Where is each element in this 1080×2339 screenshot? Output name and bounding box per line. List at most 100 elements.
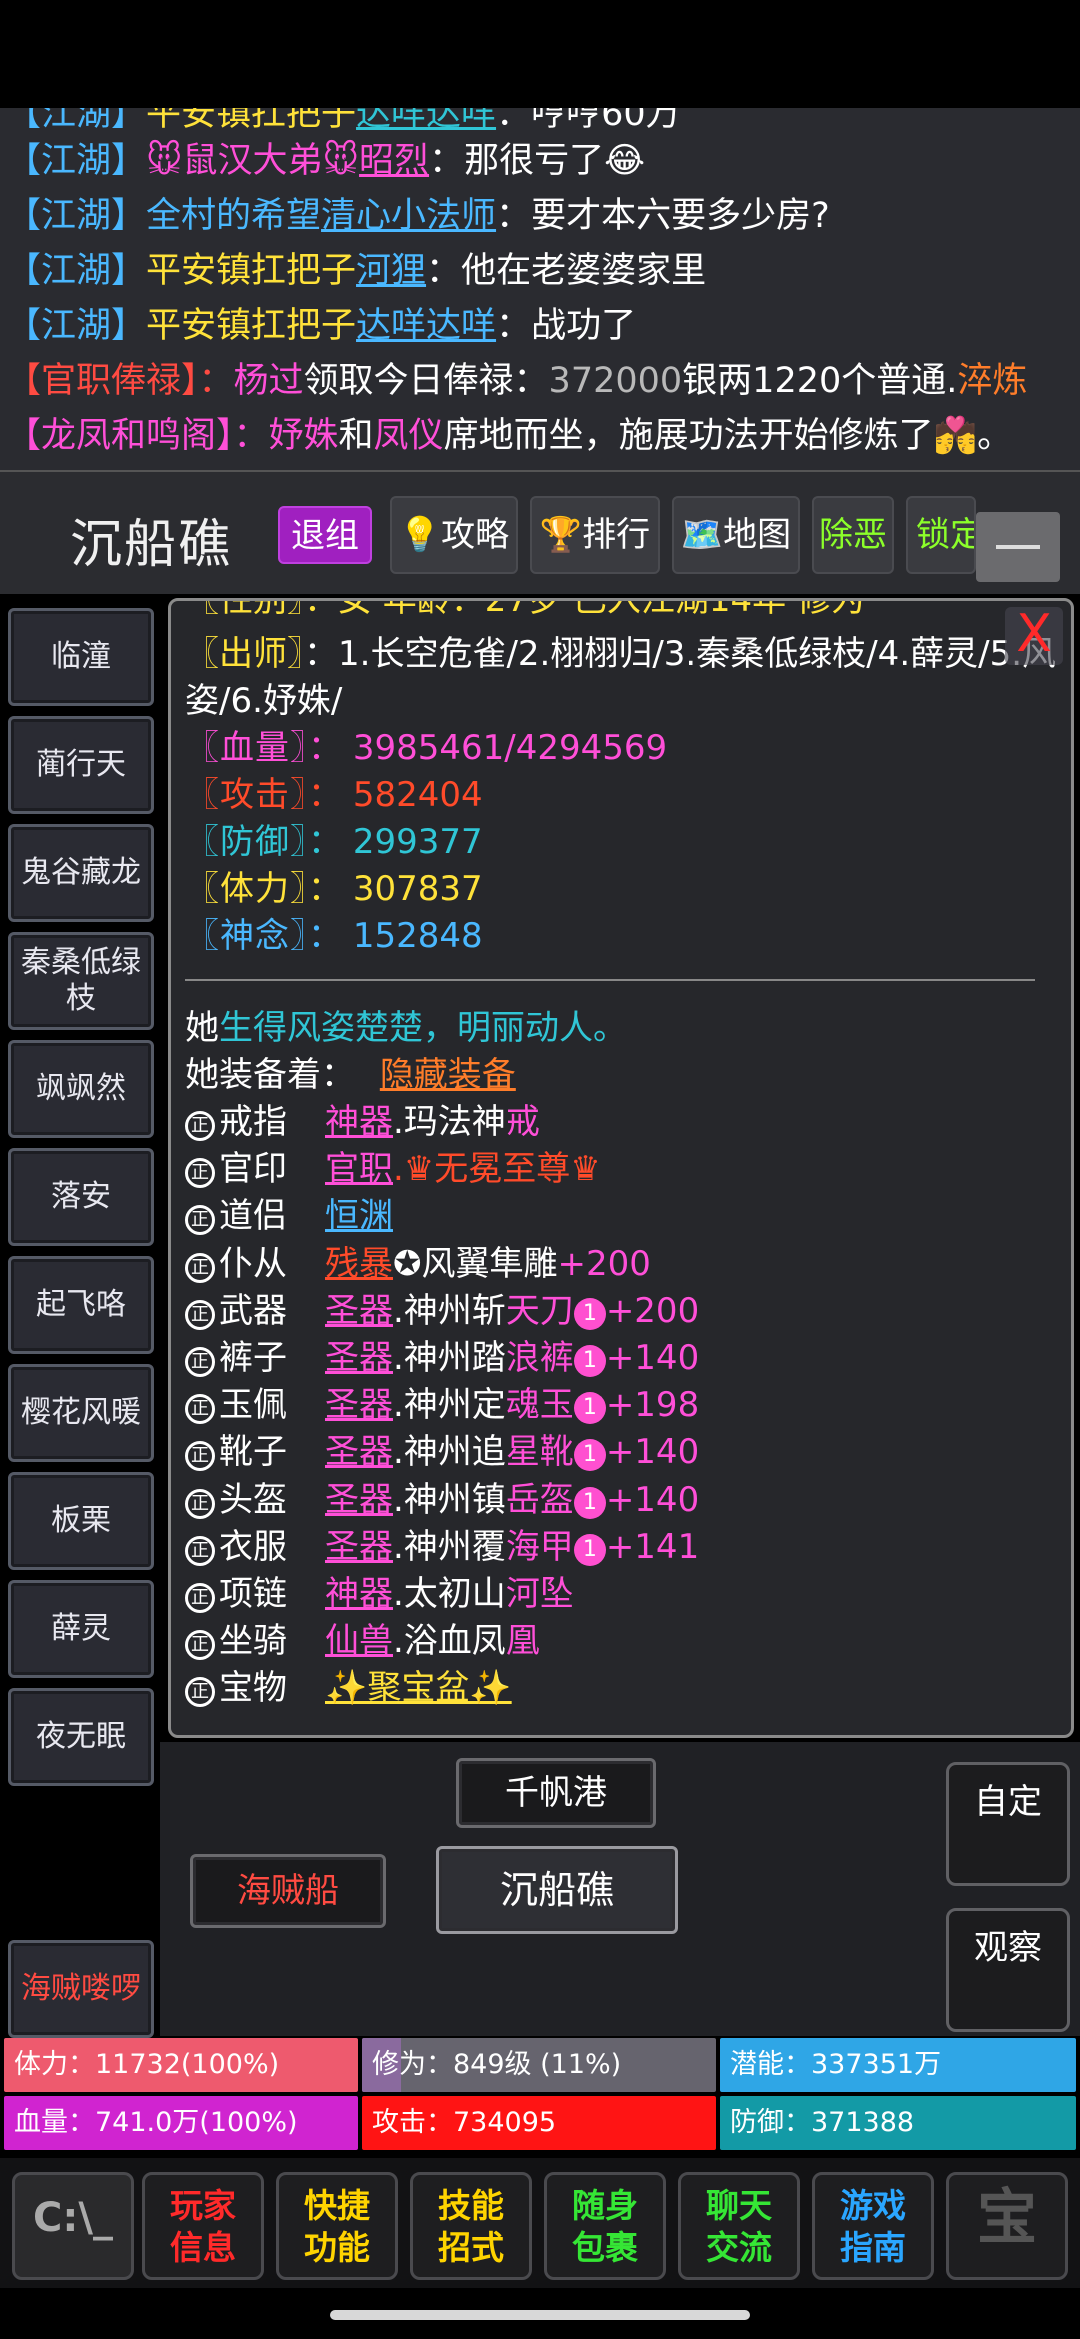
equipment-row: 正宝物 ✨聚宝盆✨ [185, 1665, 512, 1712]
equipment-item-suffix: 海甲 [505, 1527, 574, 1567]
npc-sidebar: 临潼 蔺行天 鬼谷藏龙 秦桑低绿枝 飒飒然 落安 起飞咯 樱花风暖 板栗 薛灵 … [0, 596, 160, 2038]
equipment-item-link[interactable]: 圣器 [325, 1338, 393, 1378]
chat-message: 战功了 [531, 306, 637, 346]
divider [185, 979, 1035, 981]
quick-functions-button[interactable]: 快捷功能 [276, 2172, 398, 2280]
equipment-item-link[interactable]: ✨聚宝盆✨ [325, 1668, 512, 1708]
npc-button[interactable]: 板栗 [8, 1472, 154, 1570]
equipped-icon: 正 [185, 1347, 215, 1377]
equipment-enhance: +141 [605, 1527, 700, 1567]
chat-sender[interactable]: 达咩达咩 [356, 108, 496, 134]
custom-button[interactable]: 自定 [946, 1762, 1070, 1886]
chat-line: 【江湖】平安镇扛把子河狸：他在老婆婆家里 [6, 251, 707, 291]
stat-attack: 〖攻击〗： 582404 [185, 775, 483, 815]
equipped-icon: 正 [185, 1536, 215, 1566]
equipment-item-suffix: 岳盔 [505, 1480, 574, 1520]
equipment-item-suffix: 魂玉 [505, 1385, 574, 1425]
stat-spirit: 〖神念〗： 152848 [185, 916, 483, 956]
equipment-item-suffix: 凰 [505, 1621, 540, 1661]
apprentice-line-2: 姿/6.妤姝/ [185, 681, 343, 721]
map-exit-west[interactable]: 海贼船 [190, 1854, 386, 1928]
npc-button[interactable]: 樱花风暖 [8, 1364, 154, 1462]
guide-button[interactable]: 💡攻略 [390, 496, 518, 574]
equipped-icon: 正 [185, 1394, 215, 1424]
equipment-item-link[interactable]: 神器 [325, 1574, 393, 1614]
leave-team-button[interactable]: 退组 [278, 506, 372, 564]
equipment-row: 正玉佩 圣器.神州定魂玉 1 +198 [185, 1382, 699, 1429]
equipment-item-link[interactable]: 圣器 [325, 1527, 393, 1567]
equipment-item-link[interactable]: 残暴 [325, 1244, 393, 1284]
console-button[interactable]: C:\_ [12, 2172, 134, 2280]
equipment-item-link[interactable]: 圣器 [325, 1432, 393, 1472]
observe-button[interactable]: 观察 [946, 1908, 1070, 2032]
equipment-slot: 官印 [219, 1149, 287, 1189]
close-icon[interactable]: X [1005, 607, 1063, 665]
equipment-item-link[interactable]: 官职 [325, 1149, 393, 1189]
npc-button[interactable]: 飒飒然 [8, 1040, 154, 1138]
npc-button[interactable]: 起飞咯 [8, 1256, 154, 1354]
cultivation-bar: 修为：849级 (11%) [362, 2038, 716, 2092]
map-exit-north[interactable]: 千帆港 [456, 1758, 656, 1828]
home-indicator[interactable] [330, 2310, 750, 2320]
info-partial-line: 〖性别〗：女 年龄：27岁 已入江湖14年 修为 [185, 598, 865, 620]
treasure-button[interactable]: 宝 [946, 2172, 1068, 2280]
equipment-item-suffix: 天刀 [505, 1291, 574, 1331]
player-info-button[interactable]: 玩家信息 [142, 2172, 264, 2280]
eliminate-evil-button[interactable]: 除恶 [812, 496, 894, 574]
npc-button[interactable]: 鬼谷藏龙 [8, 824, 154, 922]
equipment-item-link[interactable]: 圣器 [325, 1385, 393, 1425]
lock-button[interactable]: 锁定 [906, 496, 976, 574]
stat-stamina: 〖体力〗： 307837 [185, 869, 483, 909]
chat-line: 【江湖】平安镇扛把子达咩达咩：战功了 [6, 306, 637, 346]
chat-channel: 【龙凤和鸣阁】： [6, 416, 269, 456]
inventory-button[interactable]: 随身包裹 [544, 2172, 666, 2280]
npc-button[interactable]: 落安 [8, 1148, 154, 1246]
equipment-item-name: .神州斩 [393, 1291, 506, 1331]
npc-button[interactable]: 薛灵 [8, 1580, 154, 1678]
npc-button[interactable]: 秦桑低绿枝 [8, 932, 154, 1030]
chat-sender[interactable]: 清心小法师 [321, 196, 496, 236]
equipment-enhance: +140 [605, 1480, 700, 1520]
menu-collapse-button[interactable] [976, 512, 1060, 582]
chat-channel: 【江湖】 [6, 108, 147, 134]
chat-channel: 【江湖】 [6, 251, 147, 291]
equipped-icon: 正 [185, 1300, 215, 1330]
chat-button[interactable]: 聊天交流 [678, 2172, 800, 2280]
game-guide-button[interactable]: 游戏指南 [812, 2172, 934, 2280]
chat-sender[interactable]: 昭烈 [359, 141, 429, 181]
equipped-icon: 正 [185, 1205, 215, 1235]
equipment-enhance: +140 [605, 1432, 700, 1472]
equipment-item-name: .玛法神 [393, 1102, 506, 1142]
npc-button-pirate[interactable]: 海贼喽啰 [8, 1940, 154, 2038]
equipment-item-link[interactable]: 仙兽 [325, 1621, 393, 1661]
chat-sender[interactable]: 河狸 [356, 251, 426, 291]
refine-level-icon: 1 [573, 1345, 606, 1377]
equipment-slot: 衣服 [219, 1527, 287, 1567]
chat-sender[interactable]: 妤姝 [269, 416, 339, 456]
equipment-item-name: .神州定 [393, 1385, 506, 1425]
npc-button[interactable]: 临潼 [8, 608, 154, 706]
equipment-item-name: ✪风翼隼雕 [393, 1244, 558, 1284]
equipment-enhance: +140 [605, 1338, 700, 1378]
chat-sender[interactable]: 达咩达咩 [356, 306, 496, 346]
ranking-button[interactable]: 🏆排行 [530, 496, 660, 574]
npc-button[interactable]: 夜无眠 [8, 1688, 154, 1786]
bottom-navigation: C:\_ 玩家信息 快捷功能 技能招式 随身包裹 聊天交流 游戏指南 宝 [0, 2158, 1080, 2288]
chat-sender[interactable]: 凤仪 [374, 416, 444, 456]
skills-button[interactable]: 技能招式 [410, 2172, 532, 2280]
equipped-icon: 正 [185, 1253, 215, 1283]
map-button[interactable]: 🗺️地图 [672, 496, 800, 574]
refine-level-icon: 1 [573, 1298, 606, 1330]
equipment-item-link[interactable]: 圣器 [325, 1291, 393, 1331]
chat-sender[interactable]: 杨过 [234, 361, 304, 401]
chat-line-pavilion: 【龙凤和鸣阁】：妤姝和凤仪席地而坐，施展功法开始修炼了💏。 [6, 416, 1013, 456]
hidden-equipment-link[interactable]: 隐藏装备 [380, 1055, 516, 1095]
character-info-panel: 〖性别〗：女 年龄：27岁 已入江湖14年 修为 〖出师〗：1.长空危雀/2.栩… [168, 598, 1074, 1738]
equipment-item-link[interactable]: 圣器 [325, 1480, 393, 1520]
equipment-item-link[interactable]: 恒渊 [325, 1196, 393, 1236]
npc-button[interactable]: 蔺行天 [8, 716, 154, 814]
equipment-item-link[interactable]: 神器 [325, 1102, 393, 1142]
stamina-bar: 体力：11732(100%) [4, 2038, 358, 2092]
location-header: 沉船礁 退组 💡攻略 🏆排行 🗺️地图 除恶 锁定 [0, 470, 1080, 594]
chat-log[interactable]: 【江湖】平安镇扛把子达咩达咩：哼哼60万 【江湖】🐭鼠汉大弟🐭昭烈：那很亏了😂 … [0, 108, 1080, 470]
